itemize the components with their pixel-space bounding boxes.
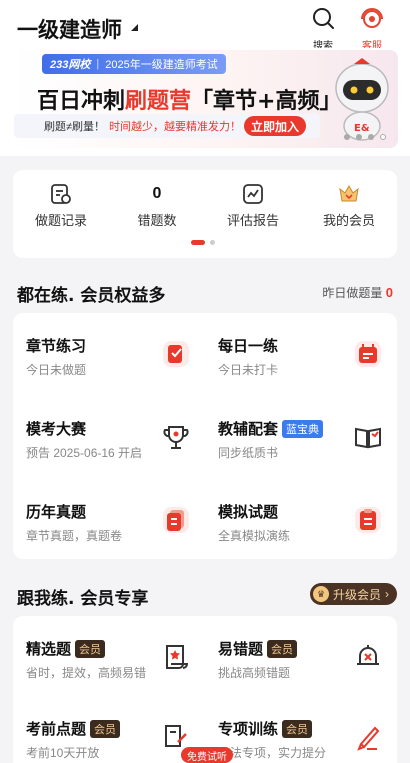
exam-title[interactable]: 一级建造师 [17, 14, 122, 44]
section-member-exclusive-title: 跟我练. 会员专享 [17, 589, 149, 609]
blue-book-badge: 蓝宝典 [282, 419, 324, 438]
mock-exam-button[interactable]: 模拟试题 全真模拟演练 [205, 479, 397, 559]
past-papers-button[interactable]: 历年真题 章节真题，真题卷 [13, 479, 205, 559]
special-training-button[interactable]: 专项训练 会员 方法专项，实力提分 [205, 696, 397, 763]
member-badge: 会员 [267, 639, 298, 658]
wrong-count-value: 0 [152, 185, 162, 202]
brand-logo: 233网校 [50, 59, 91, 71]
stats-card: 做题记录 0 错题数 评估报告 我的会员 [13, 170, 397, 258]
daily-practice-icon [355, 341, 381, 367]
practice-grid-card: 章节练习 今日未做题 每日一练 今日未打卡 模考大赛 预告 2025-06-16… [13, 313, 397, 559]
free-trial-badge[interactable]: 免费试听 [181, 747, 233, 763]
crown-icon: ♛ [312, 586, 329, 602]
banner-headline: 百日冲刺刷题营「章节+高频」 [37, 89, 342, 114]
search-button[interactable]: 搜索 [305, 6, 341, 52]
robot-mascot-icon: E& [335, 58, 389, 141]
pre-exam-tips-button[interactable]: 考前点题 会员 考前10天开放 [13, 696, 205, 763]
error-bell-icon [357, 645, 379, 665]
trophy-icon [163, 426, 189, 449]
exam-switch-caret-icon[interactable] [131, 24, 138, 31]
customer-service-icon [361, 8, 383, 28]
banner-carousel-dots [344, 134, 386, 140]
brand-tag: 233网校 | 2025年一级建造师考试 [42, 54, 226, 74]
customer-service-button[interactable]: 客服 [354, 6, 390, 52]
textbook-companion-button[interactable]: 教辅配套 蓝宝典 同步纸质书 [205, 396, 397, 476]
section-member-benefits-title: 都在练. 会员权益多 [17, 286, 166, 306]
report-chart-icon [243, 184, 263, 204]
daily-practice-button[interactable]: 每日一练 今日未打卡 [205, 313, 397, 393]
error-prone-button[interactable]: 易错题 会员 挑战高频错题 [205, 616, 397, 696]
wrong-count-button[interactable]: 0 错题数 [109, 180, 205, 229]
search-icon [313, 8, 334, 29]
svg-text:E&: E& [354, 123, 370, 134]
open-book-icon [355, 427, 381, 449]
top-header: 一级建造师 搜索 客服 [0, 0, 410, 52]
mock-contest-button[interactable]: 模考大赛 预告 2025-06-16 开启 [13, 396, 205, 476]
member-badge: 会员 [90, 719, 121, 738]
member-badge: 会员 [282, 719, 313, 738]
practice-record-icon [51, 184, 71, 204]
pen-icon [357, 726, 380, 751]
stats-pager-dots [191, 240, 215, 245]
member-crown-icon [339, 184, 359, 202]
yesterday-count: 昨日做题量 0 [322, 285, 393, 300]
my-membership-button[interactable]: 我的会员 [301, 180, 397, 229]
chapter-practice-button[interactable]: 章节练习 今日未做题 [13, 313, 205, 393]
chapter-practice-icon [163, 341, 189, 367]
selected-questions-button[interactable]: 精选题 会员 省时，提效，高频易错 [13, 616, 205, 696]
selected-questions-icon [166, 645, 189, 669]
banner-area: 233网校 | 2025年一级建造师考试 百日冲刺刷题营「章节+高频」 E& 刷… [0, 48, 410, 156]
brand-subtitle: 2025年一级建造师考试 [105, 59, 218, 71]
chevron-right-icon: › [385, 587, 389, 601]
past-papers-icon [163, 507, 189, 533]
mock-exam-icon [355, 507, 381, 533]
member-badge: 会员 [75, 639, 106, 658]
join-now-button[interactable]: 立即加入 [244, 116, 306, 136]
member-grid-card: 精选题 会员 省时，提效，高频易错 易错题 会员 挑战高频错题 考前点题 会员 … [13, 616, 397, 763]
upgrade-membership-button[interactable]: ♛ 升级会员 › [309, 583, 397, 605]
practice-record-button[interactable]: 做题记录 [13, 180, 109, 229]
assessment-report-button[interactable]: 评估报告 [205, 180, 301, 229]
promo-banner[interactable]: 233网校 | 2025年一级建造师考试 百日冲刺刷题营「章节+高频」 E& 刷… [12, 50, 398, 148]
